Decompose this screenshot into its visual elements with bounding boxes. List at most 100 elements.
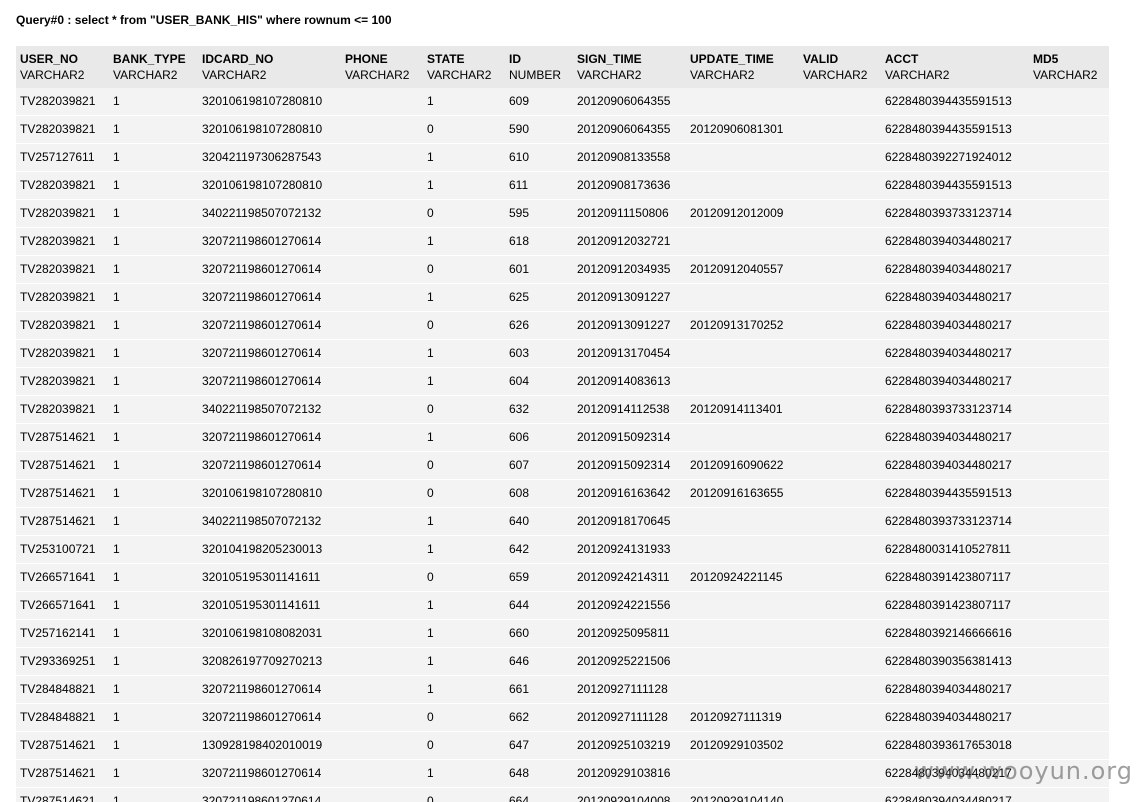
table-cell[interactable]: 0 [423, 115, 505, 144]
table-cell[interactable]: 6228480391423807117 [881, 591, 1029, 620]
table-cell[interactable]: 640 [505, 507, 573, 536]
table-cell[interactable]: 6228480390356381413 [881, 647, 1029, 676]
table-cell[interactable]: 1 [109, 563, 198, 592]
table-cell[interactable] [1029, 423, 1109, 452]
table-cell[interactable]: 1 [109, 535, 198, 564]
table-cell[interactable] [799, 423, 881, 452]
table-cell[interactable]: TV287514621 [16, 423, 109, 452]
table-cell[interactable]: 595 [505, 199, 573, 228]
table-cell[interactable]: 6228480394034480217 [881, 339, 1029, 368]
table-cell[interactable]: 20120929104140 [686, 787, 799, 802]
table-cell[interactable] [1029, 563, 1109, 592]
table-cell[interactable] [341, 395, 423, 424]
table-cell[interactable]: 320721198601270614 [198, 339, 341, 368]
table-cell[interactable]: 1 [423, 88, 505, 116]
table-cell[interactable] [799, 171, 881, 200]
table-cell[interactable] [1029, 311, 1109, 340]
table-cell[interactable]: TV282039821 [16, 171, 109, 200]
table-cell[interactable]: TV284848821 [16, 675, 109, 704]
table-cell[interactable]: 6228480393733123714 [881, 395, 1029, 424]
table-cell[interactable]: TV282039821 [16, 395, 109, 424]
table-cell[interactable]: 320721198601270614 [198, 787, 341, 802]
table-cell[interactable] [341, 143, 423, 172]
table-cell[interactable]: TV253100721 [16, 535, 109, 564]
table-cell[interactable]: 6228480394034480217 [881, 423, 1029, 452]
table-cell[interactable] [341, 507, 423, 536]
table-cell[interactable] [341, 171, 423, 200]
table-cell[interactable]: 320721198601270614 [198, 367, 341, 396]
table-cell[interactable]: 1 [109, 255, 198, 284]
table-cell[interactable]: 340221198507072132 [198, 507, 341, 536]
table-cell[interactable]: 320721198601270614 [198, 283, 341, 312]
table-cell[interactable]: TV282039821 [16, 227, 109, 256]
table-cell[interactable]: 20120929103816 [573, 759, 686, 788]
table-cell[interactable] [1029, 675, 1109, 704]
table-cell[interactable]: 130928198402010019 [198, 731, 341, 760]
table-cell[interactable]: 6228480394034480217 [881, 227, 1029, 256]
table-cell[interactable]: TV282039821 [16, 199, 109, 228]
table-cell[interactable]: 632 [505, 395, 573, 424]
table-cell[interactable]: 1 [109, 787, 198, 802]
table-cell[interactable]: 1 [423, 647, 505, 676]
table-cell[interactable]: 1 [109, 171, 198, 200]
table-cell[interactable]: 607 [505, 451, 573, 480]
table-cell[interactable]: 20120908173636 [573, 171, 686, 200]
table-cell[interactable]: 1 [423, 591, 505, 620]
table-cell[interactable]: 20120913091227 [573, 283, 686, 312]
table-cell[interactable] [341, 423, 423, 452]
table-cell[interactable]: 1 [109, 759, 198, 788]
table-cell[interactable]: 0 [423, 703, 505, 732]
table-cell[interactable]: 20120924221556 [573, 591, 686, 620]
table-cell[interactable]: 20120912032721 [573, 227, 686, 256]
table-cell[interactable] [686, 143, 799, 172]
table-cell[interactable] [686, 619, 799, 648]
table-cell[interactable]: 1 [423, 171, 505, 200]
table-cell[interactable] [1029, 199, 1109, 228]
table-cell[interactable]: 590 [505, 115, 573, 144]
table-cell[interactable]: 0 [423, 199, 505, 228]
table-cell[interactable]: 1 [109, 507, 198, 536]
table-cell[interactable]: TV266571641 [16, 591, 109, 620]
table-cell[interactable] [799, 563, 881, 592]
table-cell[interactable]: 20120908133558 [573, 143, 686, 172]
table-cell[interactable] [686, 675, 799, 704]
table-cell[interactable] [341, 339, 423, 368]
table-cell[interactable] [799, 367, 881, 396]
table-cell[interactable]: TV293369251 [16, 647, 109, 676]
table-cell[interactable]: 1 [109, 199, 198, 228]
table-cell[interactable]: 662 [505, 703, 573, 732]
table-cell[interactable]: 1 [423, 367, 505, 396]
table-cell[interactable]: 1 [109, 311, 198, 340]
column-header-phone[interactable]: PHONE VARCHAR2 [341, 46, 423, 88]
table-cell[interactable]: 20120927111319 [686, 703, 799, 732]
table-cell[interactable] [799, 759, 881, 788]
table-cell[interactable]: 1 [109, 675, 198, 704]
table-cell[interactable]: 6228480031410527811 [881, 535, 1029, 564]
table-cell[interactable]: 6228480394034480217 [881, 787, 1029, 802]
table-cell[interactable] [1029, 535, 1109, 564]
table-cell[interactable]: 320721198601270614 [198, 451, 341, 480]
column-header-user-no[interactable]: USER_NO VARCHAR2 [16, 46, 109, 88]
table-cell[interactable] [1029, 227, 1109, 256]
table-cell[interactable] [799, 451, 881, 480]
table-cell[interactable]: 320721198601270614 [198, 703, 341, 732]
column-header-sign-time[interactable]: SIGN_TIME VARCHAR2 [573, 46, 686, 88]
table-cell[interactable] [341, 535, 423, 564]
table-cell[interactable]: 20120924131933 [573, 535, 686, 564]
table-cell[interactable] [799, 619, 881, 648]
column-header-bank-type[interactable]: BANK_TYPE VARCHAR2 [109, 46, 198, 88]
table-cell[interactable]: 6228480394435591513 [881, 115, 1029, 144]
table-cell[interactable] [1029, 759, 1109, 788]
table-cell[interactable] [799, 199, 881, 228]
table-cell[interactable]: 1 [423, 507, 505, 536]
column-header-valid[interactable]: VALID VARCHAR2 [799, 46, 881, 88]
table-cell[interactable] [341, 787, 423, 802]
table-cell[interactable]: TV282039821 [16, 88, 109, 116]
table-cell[interactable]: 611 [505, 171, 573, 200]
table-cell[interactable]: 1 [423, 675, 505, 704]
table-cell[interactable]: 320106198108082031 [198, 619, 341, 648]
table-cell[interactable] [341, 227, 423, 256]
table-cell[interactable]: 644 [505, 591, 573, 620]
table-cell[interactable]: 0 [423, 395, 505, 424]
table-cell[interactable] [686, 88, 799, 116]
